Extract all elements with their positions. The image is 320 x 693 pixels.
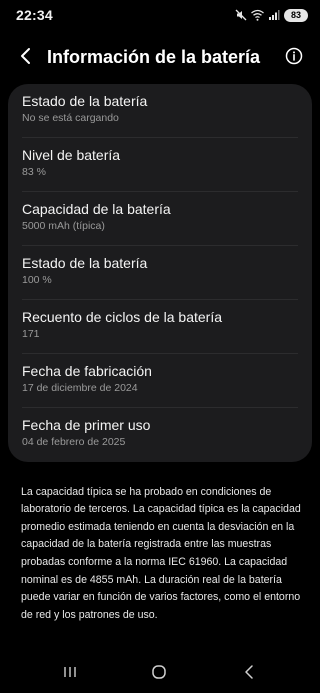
home-icon — [151, 664, 167, 685]
chevron-left-icon — [19, 47, 33, 70]
row-value: 100 % — [22, 274, 52, 286]
back-button[interactable] — [12, 44, 40, 72]
row-value: No se está cargando — [22, 112, 119, 124]
row-manufacture-date: Fecha de fabricación 17 de diciembre de … — [22, 354, 298, 408]
row-title: Fecha de primer uso — [22, 417, 151, 433]
mute-icon — [235, 9, 247, 21]
row-title: Nivel de batería — [22, 147, 121, 163]
back-icon — [243, 664, 255, 685]
info-button[interactable] — [281, 45, 307, 71]
capacity-description: La capacidad típica se ha probado en con… — [21, 485, 301, 621]
row-title: Capacidad de la batería — [22, 201, 171, 217]
status-bar: 22:34 83 — [0, 0, 320, 30]
status-icons: 83 — [235, 8, 308, 22]
row-battery-capacity: Capacidad de la batería 5000 mAh (típica… — [22, 192, 298, 246]
info-icon — [285, 47, 303, 70]
row-battery-status: Estado de la batería No se está cargando — [22, 84, 298, 138]
recents-icon — [62, 665, 78, 684]
battery-icon: 83 — [284, 8, 308, 22]
row-cycle-count: Recuento de ciclos de la batería 171 — [22, 300, 298, 354]
header: Información de la batería — [0, 38, 320, 78]
status-time: 22:34 — [16, 7, 53, 23]
row-title: Estado de la batería — [22, 93, 148, 109]
row-title: Recuento de ciclos de la batería — [22, 309, 223, 325]
row-first-use-date: Fecha de primer uso 04 de febrero de 202… — [22, 408, 298, 462]
row-value: 171 — [22, 328, 40, 340]
row-value: 04 de febrero de 2025 — [22, 436, 126, 448]
row-title: Estado de la batería — [22, 255, 148, 271]
battery-info-card: Estado de la batería No se está cargando… — [8, 84, 312, 462]
row-battery-health: Estado de la batería 100 % — [22, 246, 298, 300]
page-title: Información de la batería — [47, 47, 261, 67]
nav-back-button[interactable] — [234, 661, 264, 687]
row-value: 83 % — [22, 166, 46, 178]
row-battery-level: Nivel de batería 83 % — [22, 138, 298, 192]
home-button[interactable] — [144, 661, 174, 687]
signal-icon — [268, 9, 280, 21]
navigation-bar — [0, 653, 320, 693]
recents-button[interactable] — [55, 661, 85, 687]
wifi-icon — [251, 9, 264, 21]
row-value: 17 de diciembre de 2024 — [22, 382, 138, 394]
row-value: 5000 mAh (típica) — [22, 220, 105, 232]
row-title: Fecha de fabricación — [22, 363, 152, 379]
